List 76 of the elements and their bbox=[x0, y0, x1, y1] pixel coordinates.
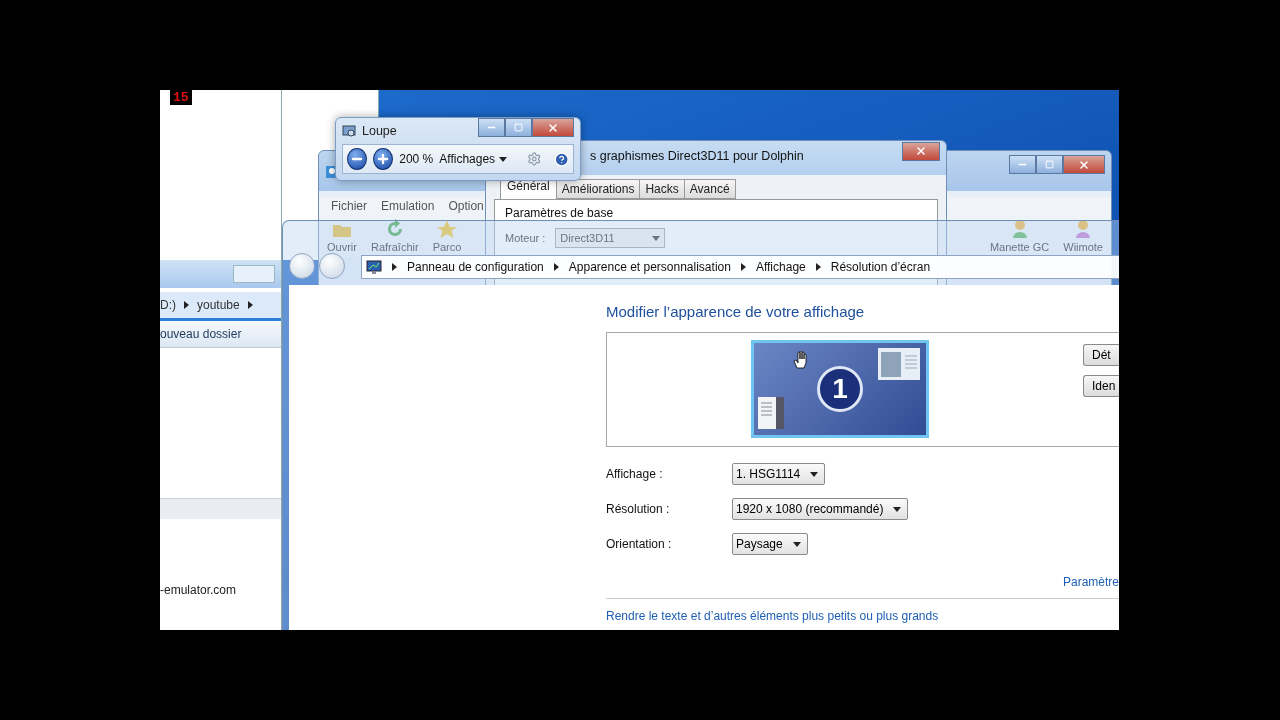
toolbar-button[interactable]: Wiimote bbox=[1063, 219, 1103, 253]
menu-item[interactable]: Emulation bbox=[381, 199, 435, 213]
close-icon bbox=[1078, 158, 1090, 171]
monitor-preview[interactable]: 1 bbox=[751, 340, 929, 438]
dropdown[interactable]: 1920 x 1080 (recommandé) bbox=[732, 498, 909, 520]
maximize-icon bbox=[1045, 160, 1054, 169]
side-button[interactable]: Dét bbox=[1083, 344, 1119, 366]
field-label: Résolution : bbox=[606, 502, 671, 516]
caret-icon bbox=[499, 156, 508, 162]
address-bar[interactable]: D:) youtube bbox=[160, 292, 281, 321]
dialog-title: s graphismes Direct3D11 pour Dolphin bbox=[590, 149, 804, 163]
menu-item[interactable]: Option bbox=[448, 199, 484, 213]
toolbar-button[interactable]: Rafraîchir bbox=[370, 219, 419, 253]
breadcrumb-item[interactable]: D:) bbox=[160, 298, 176, 312]
views-dropdown[interactable]: Affichages bbox=[439, 152, 508, 166]
window-thumbnail-icon bbox=[878, 348, 920, 380]
maximize-icon bbox=[514, 123, 523, 132]
tab[interactable]: Améliorations bbox=[555, 179, 641, 199]
zoom-out-button[interactable] bbox=[347, 148, 368, 170]
zoom-in-button[interactable] bbox=[373, 148, 394, 170]
magnifier-icon bbox=[342, 124, 356, 138]
breadcrumb-arrow-icon bbox=[184, 301, 189, 309]
monitor-number: 1 bbox=[817, 366, 863, 412]
close-button[interactable] bbox=[902, 141, 940, 161]
breadcrumb-item[interactable]: Affichage bbox=[755, 260, 806, 274]
window-title: Loupe bbox=[362, 124, 397, 138]
breadcrumb-item[interactable]: Panneau de configuration bbox=[407, 260, 544, 274]
settings-link[interactable]: Paramètre bbox=[1062, 575, 1119, 589]
dropdown[interactable]: Paysage bbox=[732, 533, 808, 555]
text-size-link[interactable]: Rendre le texte et d’autres éléments plus petits ou plus grands bbox=[606, 609, 1119, 623]
field-label: Affichage : bbox=[606, 467, 664, 481]
caret-icon bbox=[893, 506, 902, 512]
breadcrumb-arrow-icon bbox=[740, 263, 746, 271]
control-panel-icon bbox=[366, 260, 382, 274]
toolbar-button[interactable]: Manette GC bbox=[989, 219, 1050, 253]
help-icon[interactable] bbox=[553, 150, 569, 168]
close-icon bbox=[915, 145, 927, 157]
field-label: Orientation : bbox=[606, 537, 673, 551]
page-heading: Modifier l’apparence de votre affichage bbox=[606, 303, 866, 320]
dropdown[interactable]: 1. HSG1114 bbox=[732, 463, 826, 485]
engine-dropdown[interactable]: Direct3D11 bbox=[555, 228, 666, 248]
close-button[interactable] bbox=[1063, 155, 1105, 174]
field-label: Moteur : bbox=[505, 232, 546, 244]
settings-icon[interactable] bbox=[527, 151, 542, 167]
toolbar-button[interactable]: Ouvrir bbox=[327, 219, 357, 253]
caret-icon bbox=[652, 235, 661, 241]
caret-icon bbox=[810, 471, 819, 477]
window-thumbnail-icon bbox=[758, 397, 784, 429]
maximize-button[interactable] bbox=[1036, 155, 1063, 174]
toolbar-button[interactable]: Parco bbox=[432, 219, 462, 253]
side-button[interactable]: Iden bbox=[1083, 375, 1119, 397]
close-button[interactable] bbox=[532, 118, 574, 137]
breadcrumb-arrow-icon bbox=[247, 301, 253, 309]
minimize-button[interactable] bbox=[1009, 155, 1036, 174]
breadcrumb-item[interactable]: youtube bbox=[197, 298, 240, 312]
close-icon bbox=[547, 121, 559, 134]
breadcrumb-item[interactable]: Apparence et personnalisation bbox=[568, 260, 731, 274]
zoom-level: 200 % bbox=[399, 152, 434, 166]
breadcrumb-arrow-icon bbox=[392, 263, 397, 271]
plus-icon bbox=[376, 152, 391, 166]
search-field[interactable] bbox=[233, 265, 275, 283]
tab[interactable]: Avancé bbox=[683, 179, 736, 199]
star-icon bbox=[436, 219, 458, 239]
maximize-button[interactable] bbox=[505, 118, 532, 137]
minimize-button[interactable] bbox=[478, 118, 505, 137]
website-text: -emulator.com bbox=[160, 583, 237, 597]
breadcrumb-arrow-icon bbox=[815, 263, 821, 271]
group-title: Paramètres de base bbox=[505, 206, 615, 220]
breadcrumb-item[interactable]: Résolution d’écran bbox=[830, 260, 931, 274]
menu-item[interactable]: Fichier bbox=[331, 199, 367, 213]
tab[interactable]: Hacks bbox=[639, 179, 685, 199]
hand-cursor-icon bbox=[792, 351, 808, 369]
address-bar[interactable]: Panneau de configuration Apparence et personnalisation Affichage Résolution d’écran bbox=[361, 255, 1119, 279]
recording-counter: 15 bbox=[170, 90, 192, 105]
caret-icon bbox=[792, 541, 801, 547]
breadcrumb-arrow-icon bbox=[553, 263, 559, 271]
